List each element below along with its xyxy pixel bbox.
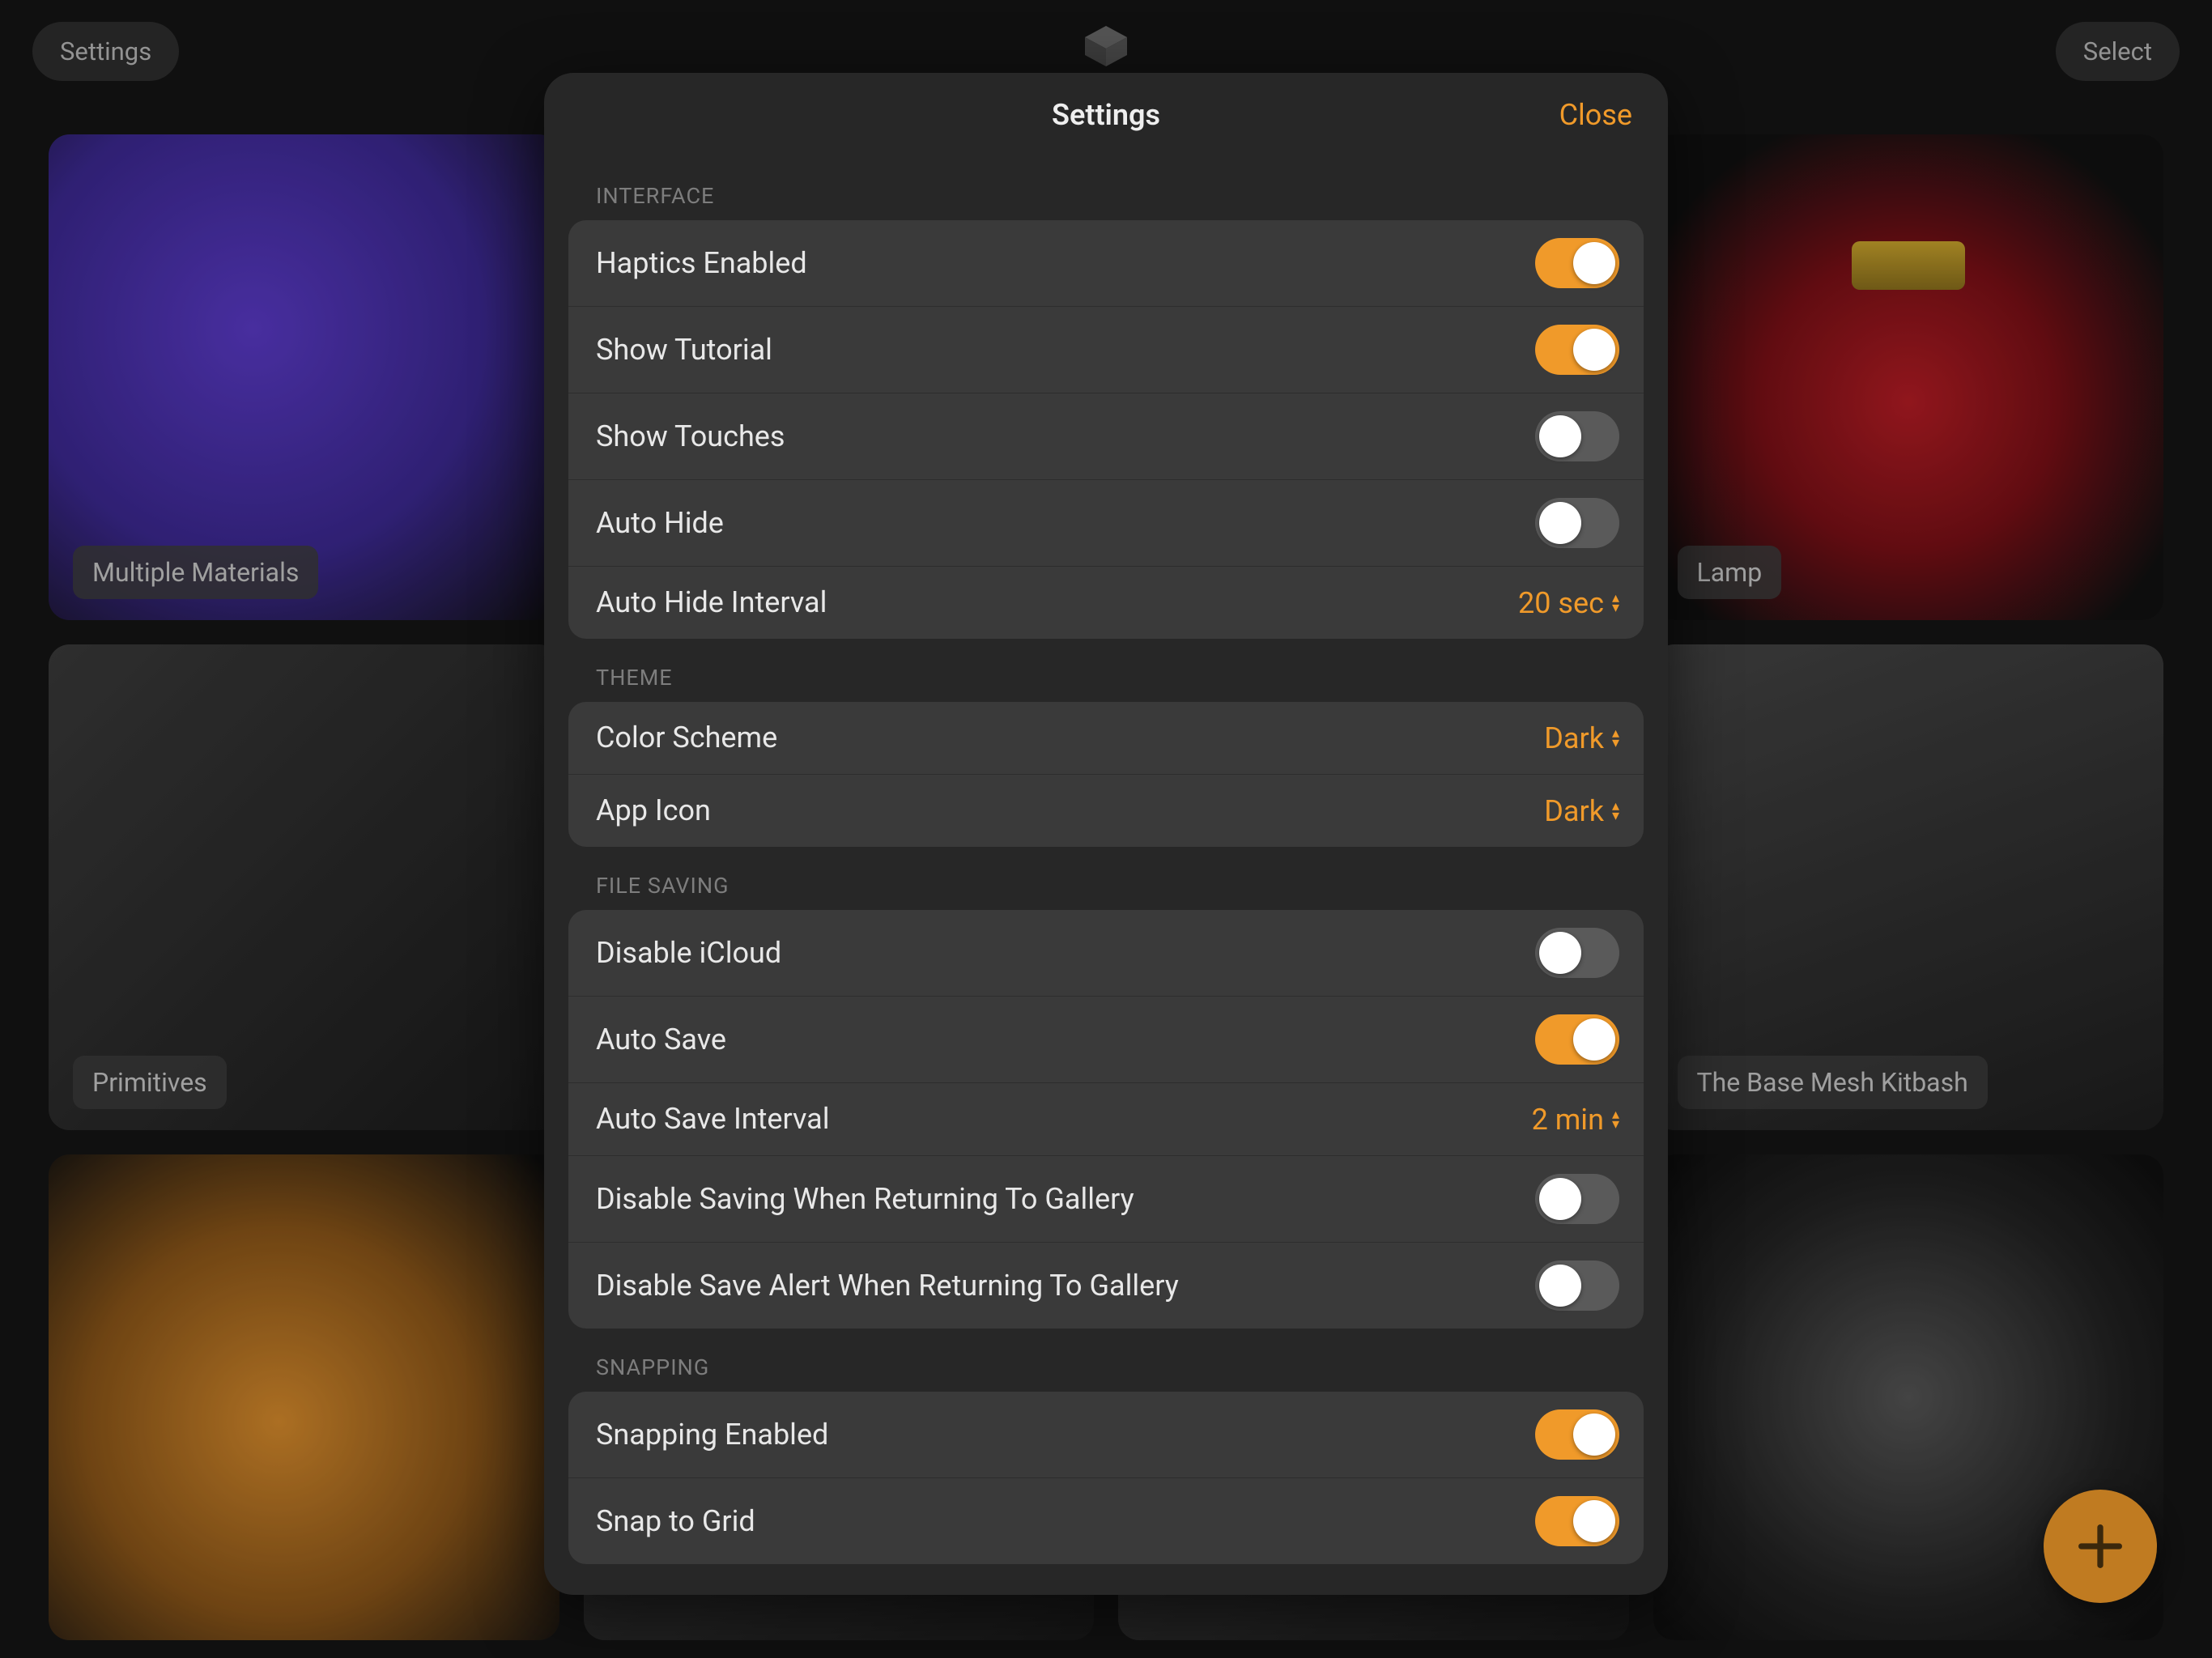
settings-group-snapping: Snapping Enabled Snap to Grid (568, 1392, 1644, 1564)
chevron-up-down-icon: ▴▾ (1612, 729, 1619, 748)
chevron-up-down-icon: ▴▾ (1612, 801, 1619, 821)
modal-header: Settings Close (544, 73, 1668, 157)
toggle-haptics[interactable] (1535, 238, 1619, 288)
row-label: Auto Save Interval (596, 1101, 830, 1137)
row-show-tutorial: Show Tutorial (568, 306, 1644, 393)
toggle-snap-to-grid[interactable] (1535, 1496, 1619, 1546)
row-label: Disable iCloud (596, 935, 781, 971)
toggle-auto-save[interactable] (1535, 1014, 1619, 1065)
row-disable-icloud: Disable iCloud (568, 910, 1644, 996)
row-label: Show Touches (596, 419, 785, 455)
settings-group-theme: Color Scheme Dark▴▾ App Icon Dark▴▾ (568, 702, 1644, 847)
value-auto-hide-interval: 20 sec▴▾ (1518, 586, 1619, 620)
toggle-show-tutorial[interactable] (1535, 325, 1619, 375)
modal-title: Settings (1052, 98, 1160, 132)
row-disable-saving-return: Disable Saving When Returning To Gallery (568, 1155, 1644, 1242)
row-label: Snapping Enabled (596, 1417, 828, 1453)
settings-group-interface: Haptics Enabled Show Tutorial Show Touch… (568, 220, 1644, 639)
settings-group-file-saving: Disable iCloud Auto Save Auto Save Inter… (568, 910, 1644, 1329)
row-label: Auto Save (596, 1022, 726, 1058)
row-snap-to-grid: Snap to Grid (568, 1477, 1644, 1564)
row-snapping-enabled: Snapping Enabled (568, 1392, 1644, 1477)
close-button[interactable]: Close (1559, 98, 1632, 132)
row-show-touches: Show Touches (568, 393, 1644, 479)
row-label: Haptics Enabled (596, 245, 807, 282)
value-app-icon: Dark▴▾ (1544, 794, 1619, 828)
chevron-up-down-icon: ▴▾ (1612, 1110, 1619, 1129)
row-label: Show Tutorial (596, 332, 772, 368)
row-label: Disable Save Alert When Returning To Gal… (596, 1268, 1179, 1304)
row-label: Auto Hide Interval (596, 585, 827, 621)
row-auto-hide-interval[interactable]: Auto Hide Interval 20 sec▴▾ (568, 566, 1644, 639)
row-haptics: Haptics Enabled (568, 220, 1644, 306)
modal-body[interactable]: INTERFACE Haptics Enabled Show Tutorial … (544, 157, 1668, 1595)
toggle-disable-saving-return[interactable] (1535, 1174, 1619, 1224)
row-label: App Icon (596, 793, 711, 829)
section-header-file-saving: FILE SAVING (568, 847, 1644, 910)
row-label: Color Scheme (596, 720, 777, 756)
row-label: Disable Saving When Returning To Gallery (596, 1181, 1134, 1218)
row-auto-save-interval[interactable]: Auto Save Interval 2 min▴▾ (568, 1082, 1644, 1155)
toggle-auto-hide[interactable] (1535, 498, 1619, 548)
row-auto-hide: Auto Hide (568, 479, 1644, 566)
section-header-theme: THEME (568, 639, 1644, 702)
chevron-up-down-icon: ▴▾ (1612, 593, 1619, 613)
row-color-scheme[interactable]: Color Scheme Dark▴▾ (568, 702, 1644, 774)
toggle-show-touches[interactable] (1535, 411, 1619, 461)
toggle-disable-save-alert[interactable] (1535, 1261, 1619, 1311)
toggle-disable-icloud[interactable] (1535, 928, 1619, 978)
row-auto-save: Auto Save (568, 996, 1644, 1082)
row-disable-save-alert: Disable Save Alert When Returning To Gal… (568, 1242, 1644, 1329)
value-auto-save-interval: 2 min▴▾ (1532, 1103, 1619, 1137)
settings-modal: Settings Close INTERFACE Haptics Enabled… (544, 73, 1668, 1595)
row-label: Auto Hide (596, 505, 724, 542)
row-app-icon[interactable]: App Icon Dark▴▾ (568, 774, 1644, 847)
row-label: Snap to Grid (596, 1503, 755, 1540)
value-color-scheme: Dark▴▾ (1544, 721, 1619, 755)
section-header-interface: INTERFACE (568, 157, 1644, 220)
toggle-snapping-enabled[interactable] (1535, 1409, 1619, 1460)
section-header-snapping: SNAPPING (568, 1329, 1644, 1392)
